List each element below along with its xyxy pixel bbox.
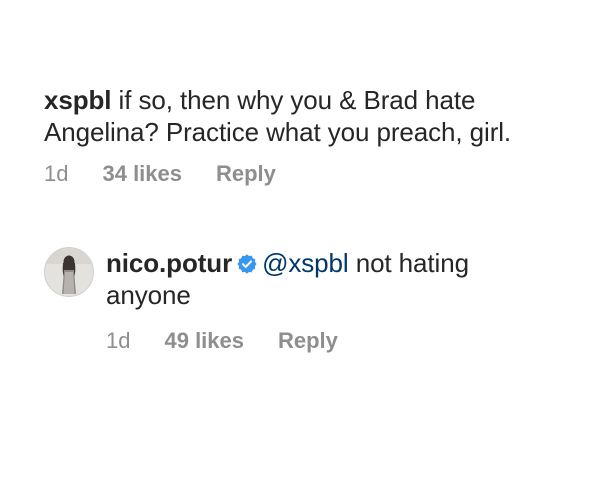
reply-body: nico.potur @xspbl not hating anyone bbox=[106, 247, 469, 311]
reply-mention-link[interactable]: @xspbl bbox=[262, 248, 349, 278]
comment-body: xspbl if so, then why you & Brad hate An… bbox=[44, 84, 511, 148]
reply-text: not hating bbox=[348, 248, 469, 278]
comment-timestamp: 1d bbox=[44, 161, 69, 186]
reply-line-1: nico.potur @xspbl not hating bbox=[106, 247, 469, 279]
reply-likes[interactable]: 49 likes bbox=[164, 328, 244, 354]
comment-reply-button[interactable]: Reply bbox=[216, 161, 276, 187]
comments-thread: xspbl if so, then why you & Brad hate An… bbox=[0, 0, 614, 480]
reply-line-2: anyone bbox=[106, 280, 191, 310]
comment-text: if so, then why you & Brad hate bbox=[111, 85, 476, 115]
comment-line-2: Angelina? Practice what you preach, girl… bbox=[44, 117, 512, 147]
reply-username[interactable]: nico.potur bbox=[106, 248, 232, 278]
reply-timestamp: 1d bbox=[106, 328, 131, 353]
comment-meta: 1d 34 likes Reply bbox=[44, 161, 276, 187]
verified-badge-icon bbox=[237, 254, 257, 274]
avatar-image bbox=[45, 248, 93, 296]
comment-line-1: xspbl if so, then why you & Brad hate bbox=[44, 84, 511, 116]
avatar[interactable] bbox=[44, 247, 94, 297]
reply-meta: 1d 49 likes Reply bbox=[106, 328, 338, 354]
comment-username[interactable]: xspbl bbox=[44, 85, 112, 115]
reply-reply-button[interactable]: Reply bbox=[278, 328, 338, 354]
comment-likes[interactable]: 34 likes bbox=[102, 161, 182, 187]
